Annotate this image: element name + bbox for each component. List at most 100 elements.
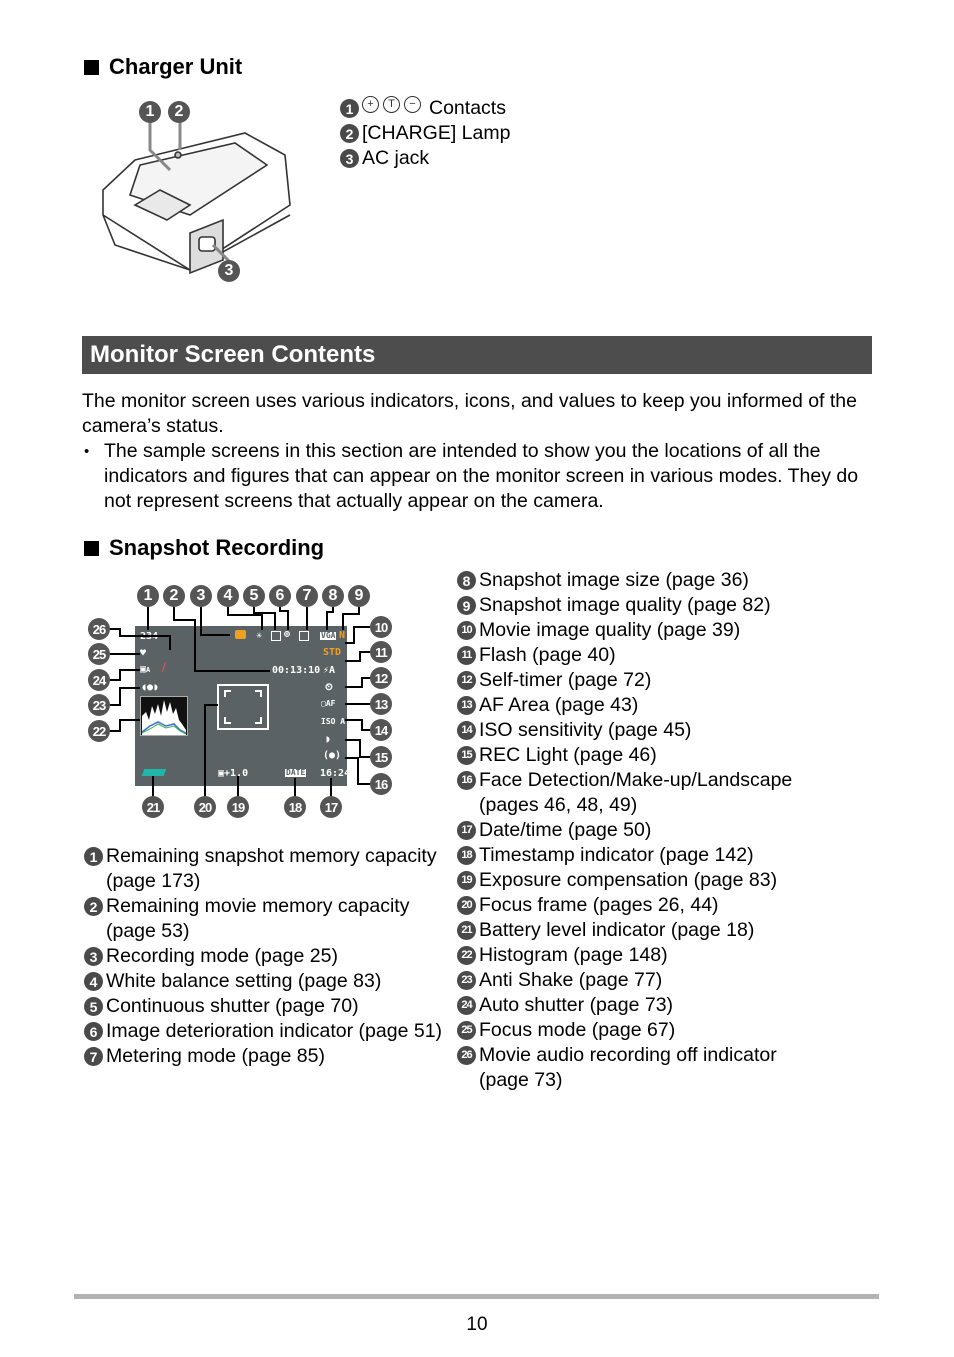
screen-callout-15: 15 bbox=[370, 746, 392, 768]
item-label: Date/time (page 50) bbox=[479, 819, 652, 841]
number-badge: 23 bbox=[457, 971, 476, 990]
image-quality: N bbox=[339, 630, 346, 641]
number-badge: 17 bbox=[457, 821, 476, 840]
list-item: 19 Exposure compensation (page 83) bbox=[457, 868, 827, 893]
list-item: 14 ISO sensitivity (page 45) bbox=[457, 718, 827, 743]
item-label: REC Light (page 46) bbox=[479, 744, 657, 766]
list-item: 26 Movie audio recording off indicator (p… bbox=[457, 1043, 827, 1093]
image-size-badge: VGA bbox=[320, 631, 337, 640]
screen-callout-18: 18 bbox=[284, 796, 306, 818]
list-item: 25 Focus mode (page 67) bbox=[457, 1018, 827, 1043]
item-label: Exposure compensation (page 83) bbox=[479, 869, 778, 891]
item-label: ISO sensitivity (page 45) bbox=[479, 719, 692, 741]
audio-off-icon: ⧸ bbox=[162, 663, 166, 674]
charger-unit-heading: Charger Unit bbox=[84, 54, 242, 80]
list-item: 22 Histogram (page 148) bbox=[457, 943, 827, 968]
screen-callout-16: 16 bbox=[370, 773, 392, 795]
charger-callout-3: 3 bbox=[218, 260, 240, 282]
item-label: [CHARGE] Lamp bbox=[362, 122, 511, 144]
screen-callout-6: 6 bbox=[269, 585, 291, 607]
square-bullet-icon bbox=[84, 59, 99, 75]
list-item: 6 Image deterioration indicator (page 51) bbox=[84, 1019, 444, 1044]
timestamp-badge: DATE bbox=[285, 768, 307, 777]
number-badge: 1 bbox=[84, 847, 103, 866]
bullet-text: The sample screens in this section are i… bbox=[104, 440, 859, 512]
self-timer-icon: ⏲ bbox=[325, 682, 333, 693]
list-item: 5 Continuous shutter (page 70) bbox=[84, 994, 444, 1019]
camera-mode-icon bbox=[235, 630, 246, 639]
screen-callout-21: 21 bbox=[142, 796, 164, 818]
metering-mode-icon bbox=[299, 631, 309, 641]
list-item: 1 Remaining snapshot memory capacity (pag… bbox=[84, 844, 444, 894]
item-label: Remaining movie memory capacity (page 53… bbox=[106, 895, 410, 942]
number-badge: 2 bbox=[340, 124, 359, 143]
item-label: Anti Shake (page 77) bbox=[479, 969, 663, 991]
remaining-shots: 234 bbox=[140, 631, 159, 642]
screen-callout-4: 4 bbox=[217, 585, 239, 607]
list-item: 9 Snapshot image quality (page 82) bbox=[457, 593, 827, 618]
screen-callout-7: 7 bbox=[296, 585, 318, 607]
screen-callout-3: 3 bbox=[190, 585, 212, 607]
bullet-note: • The sample screens in this section are… bbox=[84, 439, 874, 514]
number-badge: 9 bbox=[457, 596, 476, 615]
flash-indicator: ⚡A bbox=[323, 665, 336, 676]
list-item: 17 Date/time (page 50) bbox=[457, 818, 827, 843]
item-label: Timestamp indicator (page 142) bbox=[479, 844, 754, 866]
item-label: Continuous shutter (page 70) bbox=[106, 995, 359, 1017]
item-label: Image deterioration indicator (page 51) bbox=[106, 1020, 443, 1042]
number-badge: 2 bbox=[84, 897, 103, 916]
number-badge: 20 bbox=[457, 896, 476, 915]
item-label: Battery level indicator (page 18) bbox=[479, 919, 755, 941]
number-badge: 6 bbox=[84, 1022, 103, 1041]
list-item: 3 Recording mode (page 25) bbox=[84, 944, 444, 969]
monitor-screen-sample: 234 ✳ ⊕ VGA N STD ♥ ▣A ⧸ 00:13:10 ⚡A ◖●◗… bbox=[135, 626, 351, 786]
screen-callout-13: 13 bbox=[370, 693, 392, 715]
charger-callout-1: 1 bbox=[139, 101, 161, 123]
screen-callout-14: 14 bbox=[370, 719, 392, 741]
number-badge: 3 bbox=[340, 149, 359, 168]
number-badge: 5 bbox=[84, 997, 103, 1016]
item-label: Focus mode (page 67) bbox=[479, 1019, 676, 1041]
white-balance-icon: ✳ bbox=[256, 630, 263, 641]
number-badge: 3 bbox=[84, 947, 103, 966]
item-label: Snapshot image quality (page 82) bbox=[479, 594, 771, 616]
screen-callout-9: 9 bbox=[348, 585, 370, 607]
screen-callout-12: 12 bbox=[370, 667, 392, 689]
charger-unit-title: Charger Unit bbox=[109, 54, 243, 79]
exposure-compensation: ▣+1.0 bbox=[218, 768, 249, 779]
movie-quality: STD bbox=[323, 647, 342, 658]
number-badge: 26 bbox=[457, 1046, 476, 1065]
section-banner: Monitor Screen Contents bbox=[82, 336, 872, 374]
item-label: Movie image quality (page 39) bbox=[479, 619, 741, 641]
minus-contact-icon: − bbox=[404, 96, 421, 113]
list-item: 7 Metering mode (page 85) bbox=[84, 1044, 444, 1069]
number-badge: 25 bbox=[457, 1021, 476, 1040]
screen-callout-24: 24 bbox=[88, 669, 110, 691]
screen-callout-1: 1 bbox=[137, 585, 159, 607]
number-badge: 24 bbox=[457, 996, 476, 1015]
list-item: 15 REC Light (page 46) bbox=[457, 743, 827, 768]
number-badge: 16 bbox=[457, 771, 476, 790]
screen-callout-17: 17 bbox=[320, 796, 342, 818]
item-label: AC jack bbox=[362, 147, 430, 169]
clock-display: 16:24 bbox=[320, 768, 351, 779]
rec-light-icon: ◗ bbox=[325, 734, 332, 745]
list-item: 16 Face Detection/Make-up/Landscape (page… bbox=[457, 768, 827, 818]
item-label: Flash (page 40) bbox=[479, 644, 616, 666]
item-label: Face Detection/Make-up/Landscape (pages … bbox=[479, 769, 793, 816]
number-badge: 21 bbox=[457, 921, 476, 940]
screen-callout-11: 11 bbox=[370, 641, 392, 663]
item-label: Movie audio recording off indicator (pag… bbox=[479, 1044, 777, 1091]
number-badge: 7 bbox=[84, 1047, 103, 1066]
item-label: Contacts bbox=[429, 97, 506, 119]
number-badge: 15 bbox=[457, 746, 476, 765]
footer-divider bbox=[74, 1294, 879, 1299]
focus-mode-icon: ♥ bbox=[140, 648, 147, 659]
list-item: 24 Auto shutter (page 73) bbox=[457, 993, 827, 1018]
histogram bbox=[140, 696, 188, 736]
screen-callout-2: 2 bbox=[163, 585, 185, 607]
intro-paragraph: The monitor screen uses various indicato… bbox=[82, 390, 857, 437]
af-area-indicator: ▢AF bbox=[321, 699, 336, 708]
bullet-dot: • bbox=[84, 443, 90, 460]
item-label: Snapshot image size (page 36) bbox=[479, 569, 749, 591]
